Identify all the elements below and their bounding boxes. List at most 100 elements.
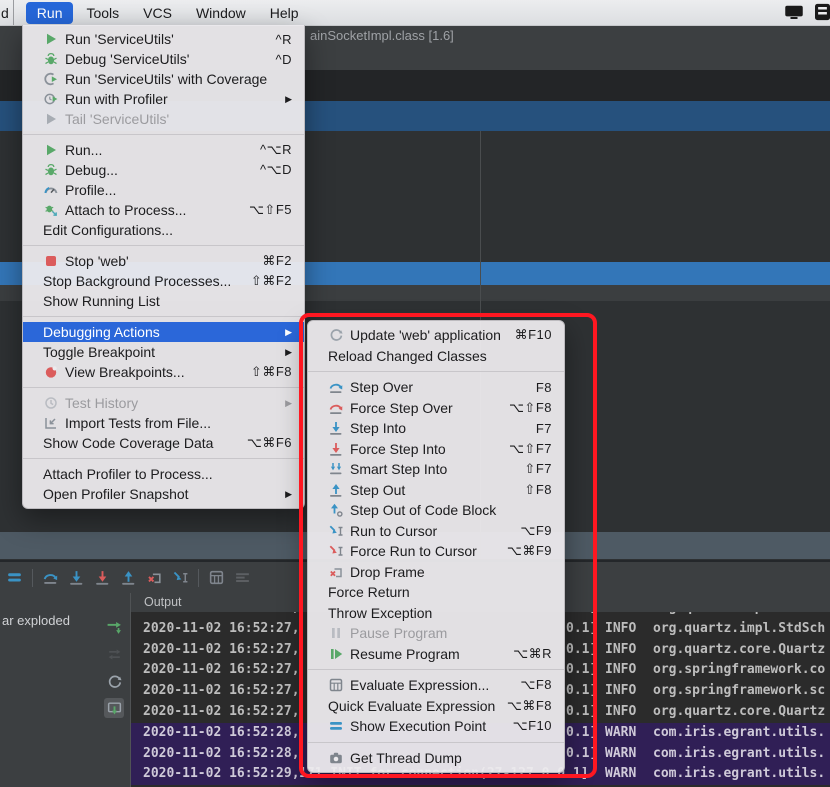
update-classes-button[interactable] (104, 698, 124, 718)
menubar-item-vcs[interactable]: VCS (132, 2, 183, 24)
log-level: INFO (605, 612, 636, 619)
log-package: org.quartz.impl.StdSch (653, 619, 825, 640)
menu-item-label: Attach Profiler to Process... (43, 466, 213, 482)
menu-item-label: Debug 'ServiceUtils' (65, 51, 189, 67)
menu-item-toggle-breakpoint[interactable]: Toggle Breakpoint▶ (23, 342, 304, 362)
update-application-button[interactable] (104, 617, 124, 637)
menu-separator (23, 316, 304, 317)
menu-item-run[interactable]: Run...^⌥R (23, 140, 304, 160)
evaluate-expression-button[interactable] (206, 568, 226, 588)
menu-item-label: Toggle Breakpoint (43, 344, 155, 360)
log-level: INFO (605, 640, 636, 661)
log-level: WARN (605, 764, 636, 785)
profile-icon (43, 182, 60, 199)
menu-item-label: Tail 'ServiceUtils' (65, 111, 169, 127)
menubar-item-help[interactable]: Help (259, 2, 310, 24)
menu-item-shortcut: ⇧⌘F8 (251, 364, 292, 380)
run-menu-dropdown: Run 'ServiceUtils'^RDebug 'ServiceUtils'… (22, 25, 305, 509)
log-package: org.quartz.core.Quartz (653, 702, 825, 723)
menu-item-shortcut: ^D (276, 52, 293, 67)
show-execution-point-button[interactable] (4, 568, 24, 588)
log-level: WARN (605, 744, 636, 765)
deployment-panel: ar exploded (0, 593, 130, 787)
menu-separator (23, 458, 304, 459)
step-over-button[interactable] (40, 568, 60, 588)
menubar-item-window[interactable]: Window (185, 2, 257, 24)
menu-separator (23, 245, 304, 246)
tail-icon (43, 111, 60, 128)
menu-item-label: Attach to Process... (65, 202, 186, 218)
menu-item-label: Run 'ServiceUtils' with Coverage (65, 71, 267, 87)
menu-item-label: Stop Background Processes... (43, 273, 231, 289)
menu-item-open-profiler-snapshot[interactable]: Open Profiler Snapshot▶ (23, 484, 304, 504)
menu-separator (23, 134, 304, 135)
menu-item-label: Profile... (65, 182, 116, 198)
log-package: org.springframework.sc (653, 681, 825, 702)
menu-item-show-running-list[interactable]: Show Running List (23, 291, 304, 311)
toolbar-separator (198, 569, 199, 587)
menu-item-run-serviceutils-with-coverage[interactable]: Run 'ServiceUtils' with Coverage (23, 69, 304, 89)
submenu-arrow-icon: ▶ (285, 94, 292, 105)
menu-item-attach-profiler-to-process[interactable]: Attach Profiler to Process... (23, 464, 304, 484)
menu-item-label: Edit Configurations... (43, 222, 173, 238)
menu-item-edit-configurations[interactable]: Edit Configurations... (23, 220, 304, 240)
swap-button[interactable] (104, 644, 124, 664)
menu-separator (23, 387, 304, 388)
window-title: ainSocketImpl.class [1.6] (310, 25, 454, 47)
menu-item-debugging-actions[interactable]: Debugging Actions▶ (23, 322, 304, 342)
menu-item-shortcut: ^⌥R (260, 142, 292, 158)
log-timestamp: 2020-11-02 16:52:27, (143, 660, 300, 681)
drop-frame-button[interactable] (144, 568, 164, 588)
run-icon (43, 142, 60, 159)
menubar-item-tools[interactable]: Tools (75, 2, 130, 24)
log-package: com.iris.egrant.utils. (653, 744, 825, 765)
menu-item-label: Show Running List (43, 293, 160, 309)
menu-item-show-code-coverage-data[interactable]: Show Code Coverage Data⌥⌘F6 (23, 433, 304, 453)
coverage-icon (43, 71, 60, 88)
menu-item-label: Show Code Coverage Data (43, 435, 213, 451)
menu-item-shortcut: ⌥⇧F5 (249, 202, 292, 218)
log-package: org.springframework.co (653, 660, 825, 681)
stream-trace-button[interactable] (232, 568, 252, 588)
log-level: WARN (605, 723, 636, 744)
run-to-cursor-button[interactable] (170, 568, 190, 588)
system-tray (784, 2, 830, 22)
step-into-button[interactable] (66, 568, 86, 588)
debug-icon (43, 51, 60, 68)
panel-divider[interactable] (130, 593, 131, 787)
menu-item-stop-web[interactable]: Stop 'web'⌘F2 (23, 251, 304, 271)
clipped-tray-icon[interactable] (810, 2, 830, 22)
menu-item-stop-background-processes[interactable]: Stop Background Processes...⇧⌘F2 (23, 271, 304, 291)
run-profiler-icon (43, 91, 60, 108)
force-step-into-button[interactable] (92, 568, 112, 588)
history-icon (43, 395, 60, 412)
tab-output[interactable]: Output (144, 595, 182, 609)
menu-item-test-history[interactable]: Test History▶ (23, 393, 304, 413)
menubar-item-run[interactable]: Run (26, 2, 74, 24)
menu-item-run-serviceutils[interactable]: Run 'ServiceUtils'^R (23, 29, 304, 49)
menu-item-label: Debug... (65, 162, 118, 178)
log-timestamp: 2020-11-02 16:52:28, (143, 744, 300, 765)
log-level: INFO (605, 660, 636, 681)
display-icon[interactable] (784, 2, 804, 22)
menu-build-partial[interactable]: d (0, 5, 13, 21)
artifact-node[interactable]: ar exploded (2, 613, 70, 628)
menu-item-run-with-profiler[interactable]: Run with Profiler▶ (23, 89, 304, 109)
ide-screenshot: javavar2,ptiIOExccepear)throws SocketExc… (0, 0, 830, 787)
menu-item-label: Run 'ServiceUtils' (65, 31, 174, 47)
rerun-button[interactable] (104, 671, 124, 691)
menu-item-view-breakpoints[interactable]: View Breakpoints...⇧⌘F8 (23, 362, 304, 382)
menu-item-tail-serviceutils[interactable]: Tail 'ServiceUtils' (23, 109, 304, 129)
menu-item-profile[interactable]: Profile... (23, 180, 304, 200)
menu-item-import-tests-from-file[interactable]: Import Tests from File... (23, 413, 304, 433)
menu-item-shortcut: ⌘F2 (262, 253, 292, 269)
menu-item-debug[interactable]: Debug... ^⌥D (23, 160, 304, 180)
debug-icon (43, 162, 60, 179)
menu-item-shortcut: ^⌥D (260, 162, 292, 178)
log-level: INFO (605, 702, 636, 723)
menu-item-attach-to-process[interactable]: Attach to Process... ⌥⇧F5 (23, 200, 304, 220)
menu-item-debug-serviceutils[interactable]: Debug 'ServiceUtils' ^D (23, 49, 304, 69)
menu-item-label: Import Tests from File... (65, 415, 211, 431)
deployment-icon-strip (99, 617, 129, 718)
step-out-button[interactable] (118, 568, 138, 588)
